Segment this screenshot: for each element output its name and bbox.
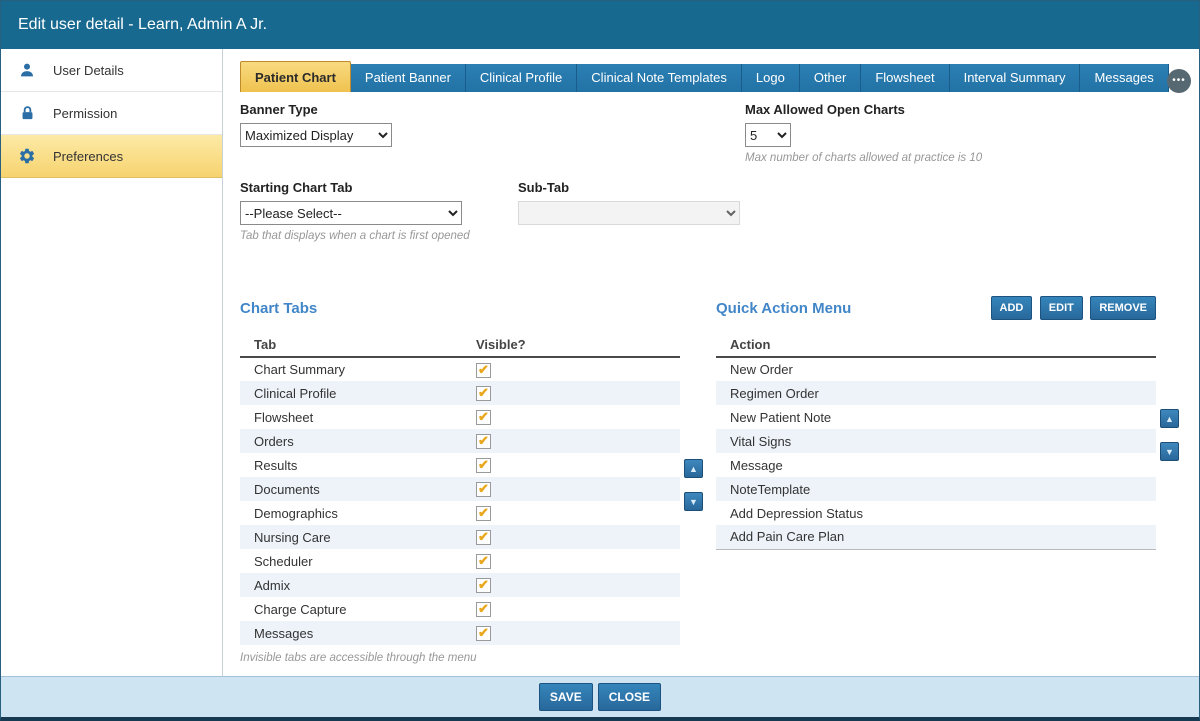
- tab-clinical-profile[interactable]: Clinical Profile: [466, 64, 577, 92]
- edit-button[interactable]: EDIT: [1040, 296, 1083, 320]
- visible-checkbox[interactable]: [476, 530, 491, 545]
- sidebar-item-permission[interactable]: Permission: [1, 92, 222, 135]
- tab-messages[interactable]: Messages: [1080, 64, 1168, 92]
- tab-flowsheet[interactable]: Flowsheet: [861, 64, 949, 92]
- list-item[interactable]: Add Pain Care Plan: [716, 525, 1156, 549]
- window-header: Edit user detail - Learn, Admin A Jr.: [1, 1, 1199, 49]
- visible-checkbox[interactable]: [476, 506, 491, 521]
- table-row[interactable]: Demographics: [240, 501, 680, 525]
- remove-button[interactable]: REMOVE: [1090, 296, 1156, 320]
- move-up-button[interactable]: [1160, 409, 1179, 428]
- move-down-button[interactable]: [1160, 442, 1179, 461]
- table-row[interactable]: Documents: [240, 477, 680, 501]
- tab-clinical-note-templates[interactable]: Clinical Note Templates: [577, 64, 742, 92]
- visible-checkbox[interactable]: [476, 386, 491, 401]
- table-row[interactable]: Flowsheet: [240, 405, 680, 429]
- chart-tabs-footnote: Invisible tabs are accessible through th…: [240, 652, 708, 664]
- column-header-visible: Visible?: [462, 332, 680, 357]
- page-title: Edit user detail - Learn, Admin A Jr.: [18, 16, 267, 34]
- column-header-tab: Tab: [240, 332, 462, 357]
- list-item[interactable]: Message: [716, 453, 1156, 477]
- visible-checkbox[interactable]: [476, 434, 491, 449]
- table-row[interactable]: Scheduler: [240, 549, 680, 573]
- tab-strip: Patient Chart Patient Banner Clinical Pr…: [240, 61, 1199, 92]
- quick-action-menu-panel: Quick Action Menu ADD EDIT REMOVE Action: [716, 296, 1184, 664]
- max-open-charts-label: Max Allowed Open Charts: [745, 102, 982, 117]
- chart-tabs-heading: Chart Tabs: [240, 300, 317, 317]
- quick-action-buttons: ADD EDIT REMOVE: [991, 296, 1157, 320]
- table-row[interactable]: Admix: [240, 573, 680, 597]
- more-options-button[interactable]: [1167, 69, 1191, 93]
- close-button[interactable]: CLOSE: [598, 683, 661, 711]
- starting-chart-tab-label: Starting Chart Tab: [240, 180, 518, 195]
- sidebar-item-preferences[interactable]: Preferences: [1, 135, 222, 178]
- table-row[interactable]: Chart Summary: [240, 357, 680, 381]
- list-item[interactable]: New Order: [716, 357, 1156, 381]
- tab-patient-banner[interactable]: Patient Banner: [351, 64, 466, 92]
- visible-checkbox[interactable]: [476, 363, 491, 378]
- tab-patient-chart[interactable]: Patient Chart: [240, 61, 351, 92]
- add-button[interactable]: ADD: [991, 296, 1033, 320]
- visible-checkbox[interactable]: [476, 482, 491, 497]
- edit-user-detail-window: Edit user detail - Learn, Admin A Jr. Us…: [0, 0, 1200, 721]
- starting-chart-tab-hint: Tab that displays when a chart is first …: [240, 230, 518, 242]
- visible-checkbox[interactable]: [476, 602, 491, 617]
- table-row[interactable]: Clinical Profile: [240, 381, 680, 405]
- chart-tabs-table: Tab Visible? Chart Summary Clinical Prof…: [240, 332, 680, 645]
- sidebar: User Details Permission Preferences: [1, 49, 223, 676]
- tab-content: Banner Type Maximized Display Max Allowe…: [223, 92, 1199, 676]
- visible-checkbox[interactable]: [476, 458, 491, 473]
- table-row[interactable]: Messages: [240, 621, 680, 645]
- main-panel: Patient Chart Patient Banner Clinical Pr…: [223, 49, 1199, 676]
- sidebar-item-user-details[interactable]: User Details: [1, 49, 222, 92]
- visible-checkbox[interactable]: [476, 626, 491, 641]
- move-down-button[interactable]: [684, 492, 703, 511]
- sidebar-item-label: Preferences: [53, 149, 123, 164]
- visible-checkbox[interactable]: [476, 410, 491, 425]
- chart-tabs-panel: Chart Tabs Tab Visible? Chart Summary: [240, 296, 708, 664]
- table-row[interactable]: Charge Capture: [240, 597, 680, 621]
- save-button[interactable]: SAVE: [539, 683, 593, 711]
- list-item[interactable]: NoteTemplate: [716, 477, 1156, 501]
- sidebar-item-label: Permission: [53, 106, 117, 121]
- column-header-action: Action: [716, 332, 1156, 357]
- banner-type-select[interactable]: Maximized Display: [240, 123, 392, 147]
- banner-type-label: Banner Type: [240, 102, 745, 117]
- quick-action-table: Action New Order Regimen Order New Patie…: [716, 332, 1156, 550]
- gear-icon: [1, 147, 53, 165]
- sub-tab-label: Sub-Tab: [518, 180, 740, 195]
- table-row[interactable]: Orders: [240, 429, 680, 453]
- table-row[interactable]: Nursing Care: [240, 525, 680, 549]
- tab-interval-summary[interactable]: Interval Summary: [950, 64, 1081, 92]
- starting-chart-tab-select[interactable]: --Please Select--: [240, 201, 462, 225]
- list-item[interactable]: New Patient Note: [716, 405, 1156, 429]
- visible-checkbox[interactable]: [476, 578, 491, 593]
- lock-icon: [1, 105, 53, 122]
- quick-action-menu-heading: Quick Action Menu: [716, 300, 851, 317]
- list-item[interactable]: Vital Signs: [716, 429, 1156, 453]
- max-open-charts-select[interactable]: 5: [745, 123, 791, 147]
- sub-tab-select[interactable]: [518, 201, 740, 225]
- list-item[interactable]: Add Depression Status: [716, 501, 1156, 525]
- visible-checkbox[interactable]: [476, 554, 491, 569]
- user-icon: [1, 61, 53, 79]
- table-row[interactable]: Results: [240, 453, 680, 477]
- tab-logo[interactable]: Logo: [742, 64, 800, 92]
- tab-other[interactable]: Other: [800, 64, 862, 92]
- max-open-charts-hint: Max number of charts allowed at practice…: [745, 152, 982, 164]
- footer-bar: SAVE CLOSE: [1, 676, 1199, 717]
- move-up-button[interactable]: [684, 459, 703, 478]
- sidebar-item-label: User Details: [53, 63, 124, 78]
- list-item[interactable]: Regimen Order: [716, 381, 1156, 405]
